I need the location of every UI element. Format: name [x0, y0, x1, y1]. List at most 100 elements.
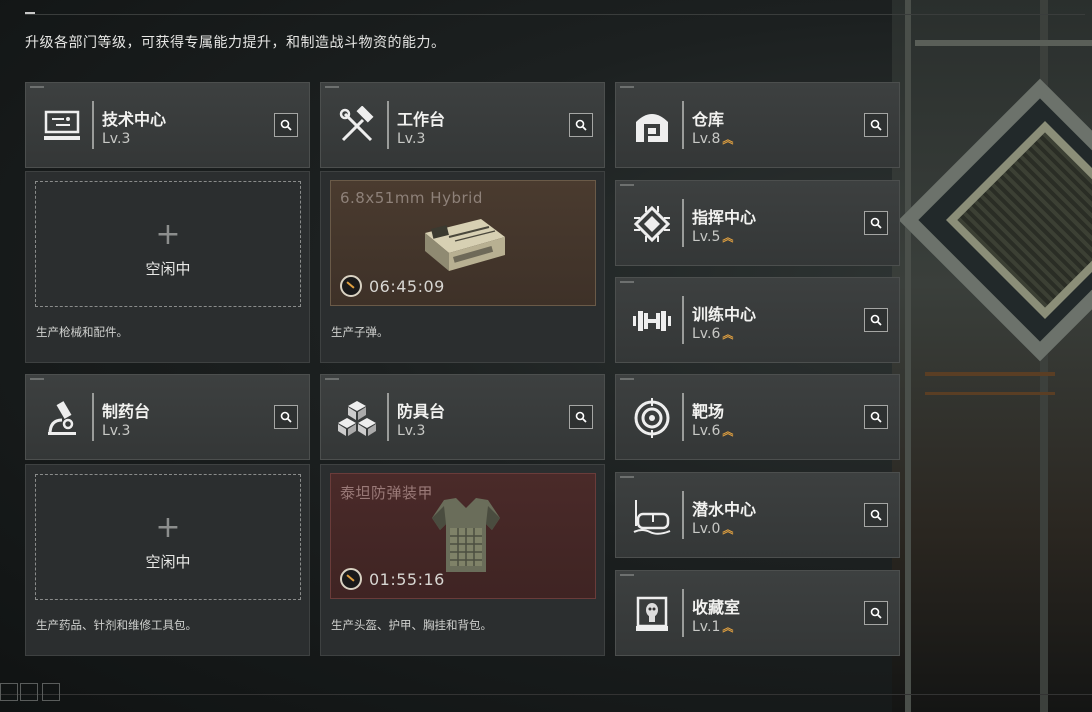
- department-card-training-center[interactable]: 训练中心 Lv.6 ︽: [615, 277, 900, 363]
- card-separator: [682, 393, 684, 441]
- search-icon: [280, 411, 292, 423]
- search-button[interactable]: [864, 405, 888, 429]
- production-item[interactable]: 泰坦防弹装甲 01:55:16: [330, 473, 596, 599]
- background-rail: [925, 372, 1055, 376]
- department-name: 制药台: [102, 402, 151, 421]
- production-slot-armory[interactable]: 泰坦防弹装甲 01:55:16 生产头盔、护甲、胸挂和背包。: [320, 464, 605, 656]
- card-separator: [682, 101, 684, 149]
- production-description: 生产药品、针剂和维修工具包。: [36, 618, 197, 632]
- card-separator: [682, 296, 684, 344]
- background-beam: [905, 0, 911, 712]
- clock-icon: [340, 275, 362, 297]
- card-corner-mark: [30, 86, 44, 88]
- card-separator: [682, 199, 684, 247]
- department-level: Lv.3: [102, 423, 131, 439]
- search-button[interactable]: [274, 405, 298, 429]
- card-separator: [92, 101, 94, 149]
- department-name: 技术中心: [102, 110, 167, 129]
- target-icon: [624, 389, 680, 447]
- department-name: 防具台: [397, 402, 446, 421]
- warehouse-icon: [624, 97, 680, 155]
- card-corner-mark: [620, 574, 634, 576]
- search-icon: [870, 607, 882, 619]
- search-button[interactable]: [274, 113, 298, 137]
- card-corner-mark: [620, 184, 634, 186]
- hammer-wrench-icon: [329, 97, 385, 155]
- footer-slot: [0, 683, 18, 701]
- search-icon: [575, 411, 587, 423]
- department-level: Lv.1 ︽: [692, 619, 734, 635]
- product-name: 6.8x51mm Hybrid: [340, 189, 483, 207]
- add-icon: +: [155, 510, 181, 545]
- department-level: Lv.3: [397, 131, 426, 147]
- footer-divider: [0, 694, 1092, 695]
- add-icon: +: [155, 217, 181, 252]
- timer-text: 06:45:09: [369, 276, 445, 296]
- department-name: 训练中心: [692, 305, 757, 324]
- search-icon: [870, 217, 882, 229]
- production-slot-pharmacy[interactable]: + 空闲中 生产药品、针剂和维修工具包。: [25, 464, 310, 656]
- department-level: Lv.6 ︽: [692, 326, 734, 342]
- department-name: 收藏室: [692, 598, 741, 617]
- search-button[interactable]: [864, 308, 888, 332]
- search-button[interactable]: [864, 113, 888, 137]
- production-timer: 06:45:09: [340, 275, 445, 297]
- idle-label: 空闲中: [145, 260, 191, 278]
- production-description: 生产子弹。: [331, 325, 389, 339]
- upgrade-arrow-icon: ︽: [722, 523, 734, 536]
- card-separator: [682, 491, 684, 539]
- card-corner-mark: [620, 281, 634, 283]
- production-slot-tech-center[interactable]: + 空闲中 生产枪械和配件。: [25, 171, 310, 363]
- header-divider: [25, 14, 1085, 15]
- card-separator: [92, 393, 94, 441]
- department-level: Lv.0 ︽: [692, 521, 734, 537]
- search-button[interactable]: [864, 503, 888, 527]
- idle-slot[interactable]: + 空闲中: [35, 474, 301, 600]
- search-icon: [870, 119, 882, 131]
- department-card-shooting-range[interactable]: 靶场 Lv.6 ︽: [615, 374, 900, 460]
- card-separator: [682, 589, 684, 637]
- department-name: 靶场: [692, 402, 725, 421]
- department-card-tech-center[interactable]: 技术中心 Lv.3: [25, 82, 310, 168]
- upgrade-arrow-icon: ︽: [722, 133, 734, 146]
- background-beam: [915, 40, 1092, 46]
- idle-label: 空闲中: [145, 553, 191, 571]
- chip-icon: [624, 195, 680, 253]
- department-level: Lv.6 ︽: [692, 423, 734, 439]
- department-level: Lv.8 ︽: [692, 131, 734, 147]
- microscope-icon: [34, 389, 90, 447]
- department-card-diving-center[interactable]: 潜水中心 Lv.0 ︽: [615, 472, 900, 558]
- card-corner-mark: [620, 476, 634, 478]
- department-name: 工作台: [397, 110, 446, 129]
- cubes-icon: [329, 389, 385, 447]
- department-card-workbench[interactable]: 工作台 Lv.3: [320, 82, 605, 168]
- card-separator: [387, 393, 389, 441]
- production-timer: 01:55:16: [340, 568, 445, 590]
- search-button[interactable]: [569, 113, 593, 137]
- search-button[interactable]: [569, 405, 593, 429]
- department-level: Lv.5 ︽: [692, 229, 734, 245]
- department-card-command-center[interactable]: 指挥中心 Lv.5 ︽: [615, 180, 900, 266]
- department-card-warehouse[interactable]: 仓库 Lv.8 ︽: [615, 82, 900, 168]
- department-card-pharmacy[interactable]: 制药台 Lv.3: [25, 374, 310, 460]
- department-level: Lv.3: [397, 423, 426, 439]
- search-button[interactable]: [864, 211, 888, 235]
- department-level: Lv.3: [102, 131, 131, 147]
- search-icon: [280, 119, 292, 131]
- production-slot-workbench[interactable]: 6.8x51mm Hybrid 06:45:09 生产子弹。: [320, 171, 605, 363]
- footer-slot: [42, 683, 60, 701]
- department-name: 仓库: [692, 110, 725, 129]
- upgrade-arrow-icon: ︽: [722, 231, 734, 244]
- card-separator: [387, 101, 389, 149]
- idle-slot[interactable]: + 空闲中: [35, 181, 301, 307]
- upgrade-arrow-icon: ︽: [722, 425, 734, 438]
- department-card-armory[interactable]: 防具台 Lv.3: [320, 374, 605, 460]
- clock-icon: [340, 568, 362, 590]
- search-icon: [870, 314, 882, 326]
- production-item[interactable]: 6.8x51mm Hybrid 06:45:09: [330, 180, 596, 306]
- page-subtitle: 升级各部门等级，可获得专属能力提升，和制造战斗物资的能力。: [25, 35, 446, 51]
- department-card-collection-room[interactable]: 收藏室 Lv.1 ︽: [615, 570, 900, 656]
- search-button[interactable]: [864, 601, 888, 625]
- card-corner-mark: [325, 378, 339, 380]
- display-case-icon: [624, 585, 680, 643]
